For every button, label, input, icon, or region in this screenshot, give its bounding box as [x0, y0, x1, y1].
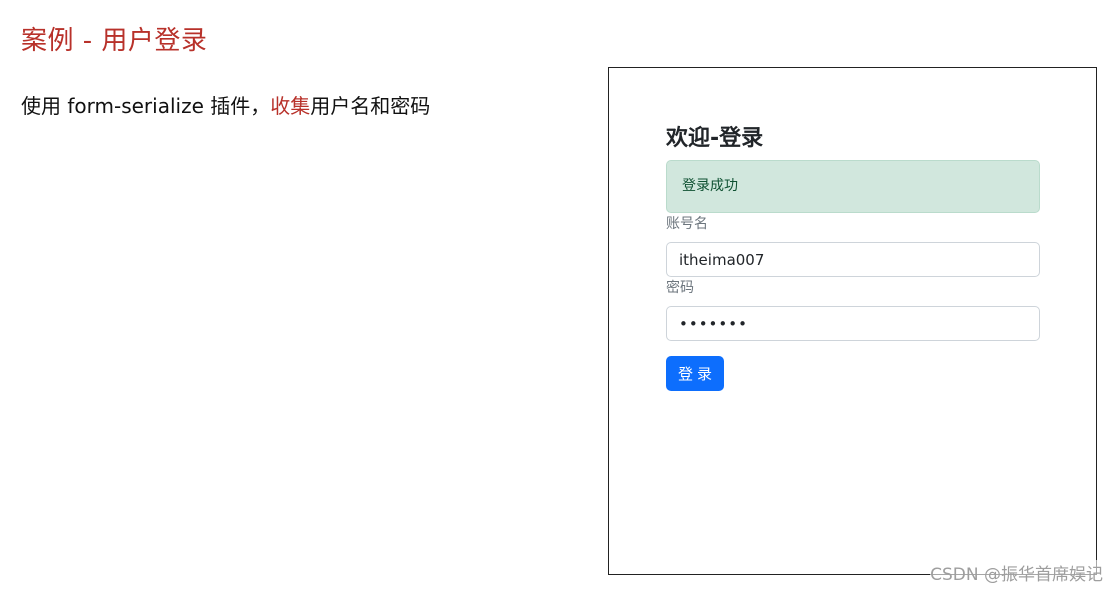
login-button[interactable]: 登录 [666, 356, 724, 391]
login-demo-frame: 欢迎-登录 登录成功 账号名 密码 登录 [608, 67, 1097, 575]
description-highlight: 收集 [270, 94, 311, 118]
description-prefix: 使用 form-serialize 插件， [21, 94, 271, 118]
slide-title: 案例 - 用户登录 [21, 26, 208, 56]
login-form: 欢迎-登录 登录成功 账号名 密码 登录 [666, 124, 1040, 391]
success-alert: 登录成功 [666, 160, 1040, 213]
slide-description: 使用 form-serialize 插件，收集用户名和密码 [21, 90, 430, 119]
username-label: 账号名 [666, 216, 708, 232]
password-input[interactable] [666, 306, 1040, 341]
description-suffix: 用户名和密码 [310, 94, 431, 118]
username-input[interactable] [666, 242, 1040, 277]
login-heading: 欢迎-登录 [666, 126, 764, 151]
csdn-watermark: CSDN @振华首席娱记 [930, 560, 1103, 585]
password-label: 密码 [666, 280, 694, 296]
